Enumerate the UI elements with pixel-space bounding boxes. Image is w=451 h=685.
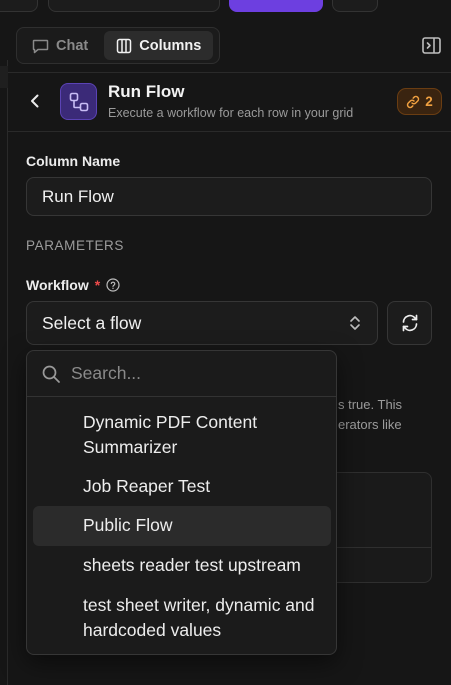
tab-chat[interactable]: Chat: [20, 31, 100, 60]
toolbar-button[interactable]: [0, 0, 38, 12]
page-title: Run Flow: [108, 82, 185, 101]
link-count-badge[interactable]: 2: [397, 88, 442, 115]
toolbar-primary-button[interactable]: [229, 0, 323, 12]
column-name-input[interactable]: Run Flow: [26, 177, 432, 216]
flow-option[interactable]: Dynamic PDF Content Summarizer: [33, 410, 331, 460]
flow-option-label: hardcoded values: [83, 620, 222, 640]
left-rail: [0, 60, 8, 685]
view-tabs: Chat Columns: [16, 27, 220, 64]
divider: [8, 131, 451, 132]
search-input[interactable]: Search...: [71, 363, 141, 384]
column-name-label: Column Name: [26, 153, 121, 169]
top-toolbar: [0, 0, 451, 18]
description-text: s true. This: [338, 397, 403, 412]
flow-option-highlighted[interactable]: Public Flow: [33, 506, 331, 546]
refresh-button[interactable]: [387, 301, 432, 345]
flow-option-label: sheets reader test upstream: [83, 555, 301, 575]
columns-icon: [116, 38, 132, 53]
refresh-icon: [402, 314, 417, 332]
panel-toggle-icon[interactable]: [421, 36, 443, 56]
tab-chat-label: Chat: [56, 37, 89, 54]
chat-icon: [32, 39, 49, 53]
workflow-select-value: Select a flow: [42, 312, 142, 333]
description-text: erators like: [338, 417, 402, 432]
help-icon[interactable]: [106, 278, 120, 292]
tab-columns[interactable]: Columns: [104, 31, 214, 60]
search-icon: [42, 365, 60, 383]
required-indicator: *: [94, 277, 101, 293]
workflow-label-row: Workflow *: [26, 277, 120, 293]
flow-dropdown: Search... Dynamic PDF Content Summarizer…: [26, 350, 337, 655]
flow-option-label: Dynamic PDF Content: [83, 412, 258, 432]
left-rail-handle[interactable]: [0, 66, 8, 88]
link-icon: [407, 95, 420, 108]
flow-option[interactable]: Job Reaper Test: [33, 474, 331, 499]
flow-icon: [60, 83, 97, 120]
flow-option-label: test sheet writer, dynamic and: [83, 595, 315, 615]
flow-option-label: Job Reaper Test: [83, 476, 211, 496]
flow-option[interactable]: sheets reader test upstream: [33, 553, 331, 578]
flow-option-label: Summarizer: [83, 437, 178, 457]
chevron-up-down-icon: [350, 316, 360, 330]
toolbar-button[interactable]: [332, 0, 378, 12]
toolbar-field[interactable]: [48, 0, 220, 12]
tab-columns-label: Columns: [139, 37, 202, 54]
workflow-select[interactable]: Select a flow: [26, 301, 378, 345]
dropdown-search[interactable]: Search...: [27, 351, 336, 397]
workflow-label: Workflow: [26, 277, 89, 293]
back-arrow-icon[interactable]: [26, 92, 44, 110]
parameters-heading: PARAMETERS: [26, 238, 125, 253]
page-subtitle: Execute a workflow for each row in your …: [108, 106, 354, 120]
flow-option[interactable]: test sheet writer, dynamic and hardcoded…: [33, 593, 331, 643]
badge-count: 2: [425, 94, 433, 109]
flow-option-label: Public Flow: [83, 515, 173, 535]
divider: [8, 72, 451, 73]
